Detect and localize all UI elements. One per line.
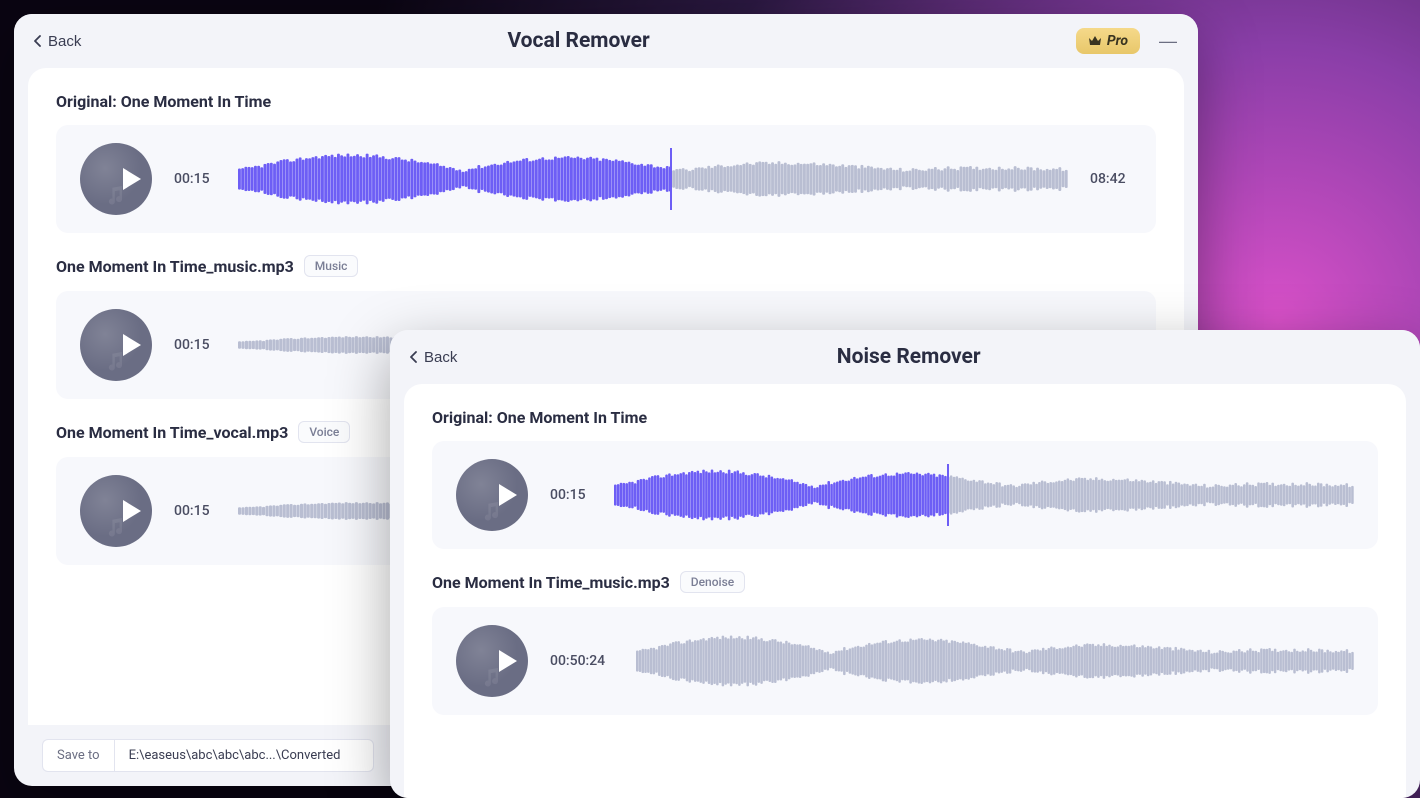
title-prefix: Original: xyxy=(432,408,497,427)
back-label: Back xyxy=(424,349,457,366)
playhead[interactable] xyxy=(947,464,949,526)
play-icon xyxy=(120,498,144,524)
save-to-path[interactable]: E:\easeus\abc\abc\abc...\Converted xyxy=(114,739,374,772)
save-to-group: Save to E:\easeus\abc\abc\abc...\Convert… xyxy=(42,739,374,772)
window-title: Vocal Remover xyxy=(81,29,1075,53)
track-row: 00:15 08:42 xyxy=(56,125,1156,233)
track-row: 00:15 xyxy=(432,441,1378,549)
title-prefix: Original: xyxy=(56,92,121,111)
play-icon xyxy=(496,482,520,508)
title-text: One Moment In Time_vocal.mp3 xyxy=(56,423,288,442)
play-icon xyxy=(120,166,144,192)
title-text: One Moment In Time xyxy=(497,408,647,427)
minimize-icon: — xyxy=(1159,31,1177,51)
play-button[interactable] xyxy=(456,459,528,531)
pro-label: Pro xyxy=(1107,33,1128,49)
track-tag: Denoise xyxy=(680,571,745,593)
time-current: 00:15 xyxy=(174,171,216,187)
waveform[interactable] xyxy=(238,152,1068,206)
track-title: One Moment In Time_music.mp3 Denoise xyxy=(432,571,1378,593)
back-button[interactable]: Back xyxy=(34,33,81,50)
time-current: 00:15 xyxy=(550,487,592,503)
header: Back Vocal Remover Pro — xyxy=(14,14,1198,68)
track-title: One Moment In Time_music.mp3 Music xyxy=(56,255,1156,277)
save-to-label: Save to xyxy=(42,739,114,772)
content-area: Original: One Moment In Time 00:15 One M… xyxy=(404,384,1406,798)
track-tag: Voice xyxy=(298,421,350,443)
noise-remover-window: Back Noise Remover Original: One Moment … xyxy=(390,330,1420,798)
play-button[interactable] xyxy=(80,475,152,547)
time-total: 08:42 xyxy=(1090,171,1132,187)
header: Back Noise Remover xyxy=(390,330,1420,384)
title-text: One Moment In Time_music.mp3 xyxy=(56,257,294,276)
waveform[interactable] xyxy=(636,634,1354,688)
back-label: Back xyxy=(48,33,81,50)
crown-icon xyxy=(1088,35,1102,47)
chevron-left-icon xyxy=(410,351,418,363)
waveform[interactable] xyxy=(614,468,1354,522)
track-row: 00:50:24 xyxy=(432,607,1378,715)
time-current: 00:15 xyxy=(174,337,216,353)
time-current: 00:15 xyxy=(174,503,216,519)
pro-badge[interactable]: Pro xyxy=(1076,28,1140,54)
title-text: One Moment In Time_music.mp3 xyxy=(432,573,670,592)
track-title: Original: One Moment In Time xyxy=(432,408,1378,427)
track-title: Original: One Moment In Time xyxy=(56,92,1156,111)
minimize-button[interactable]: — xyxy=(1158,32,1178,50)
play-button[interactable] xyxy=(456,625,528,697)
time-current: 00:50:24 xyxy=(550,653,614,669)
waveform-svg xyxy=(614,468,1354,522)
play-icon xyxy=(496,648,520,674)
chevron-left-icon xyxy=(34,35,42,47)
track-tag: Music xyxy=(304,255,359,277)
play-button[interactable] xyxy=(80,309,152,381)
waveform-svg xyxy=(238,152,1068,206)
back-button[interactable]: Back xyxy=(410,349,457,366)
title-text: One Moment In Time xyxy=(121,92,271,111)
playhead[interactable] xyxy=(670,148,672,210)
play-button[interactable] xyxy=(80,143,152,215)
waveform-svg xyxy=(636,634,1354,688)
play-icon xyxy=(120,332,144,358)
window-title: Noise Remover xyxy=(457,345,1360,369)
